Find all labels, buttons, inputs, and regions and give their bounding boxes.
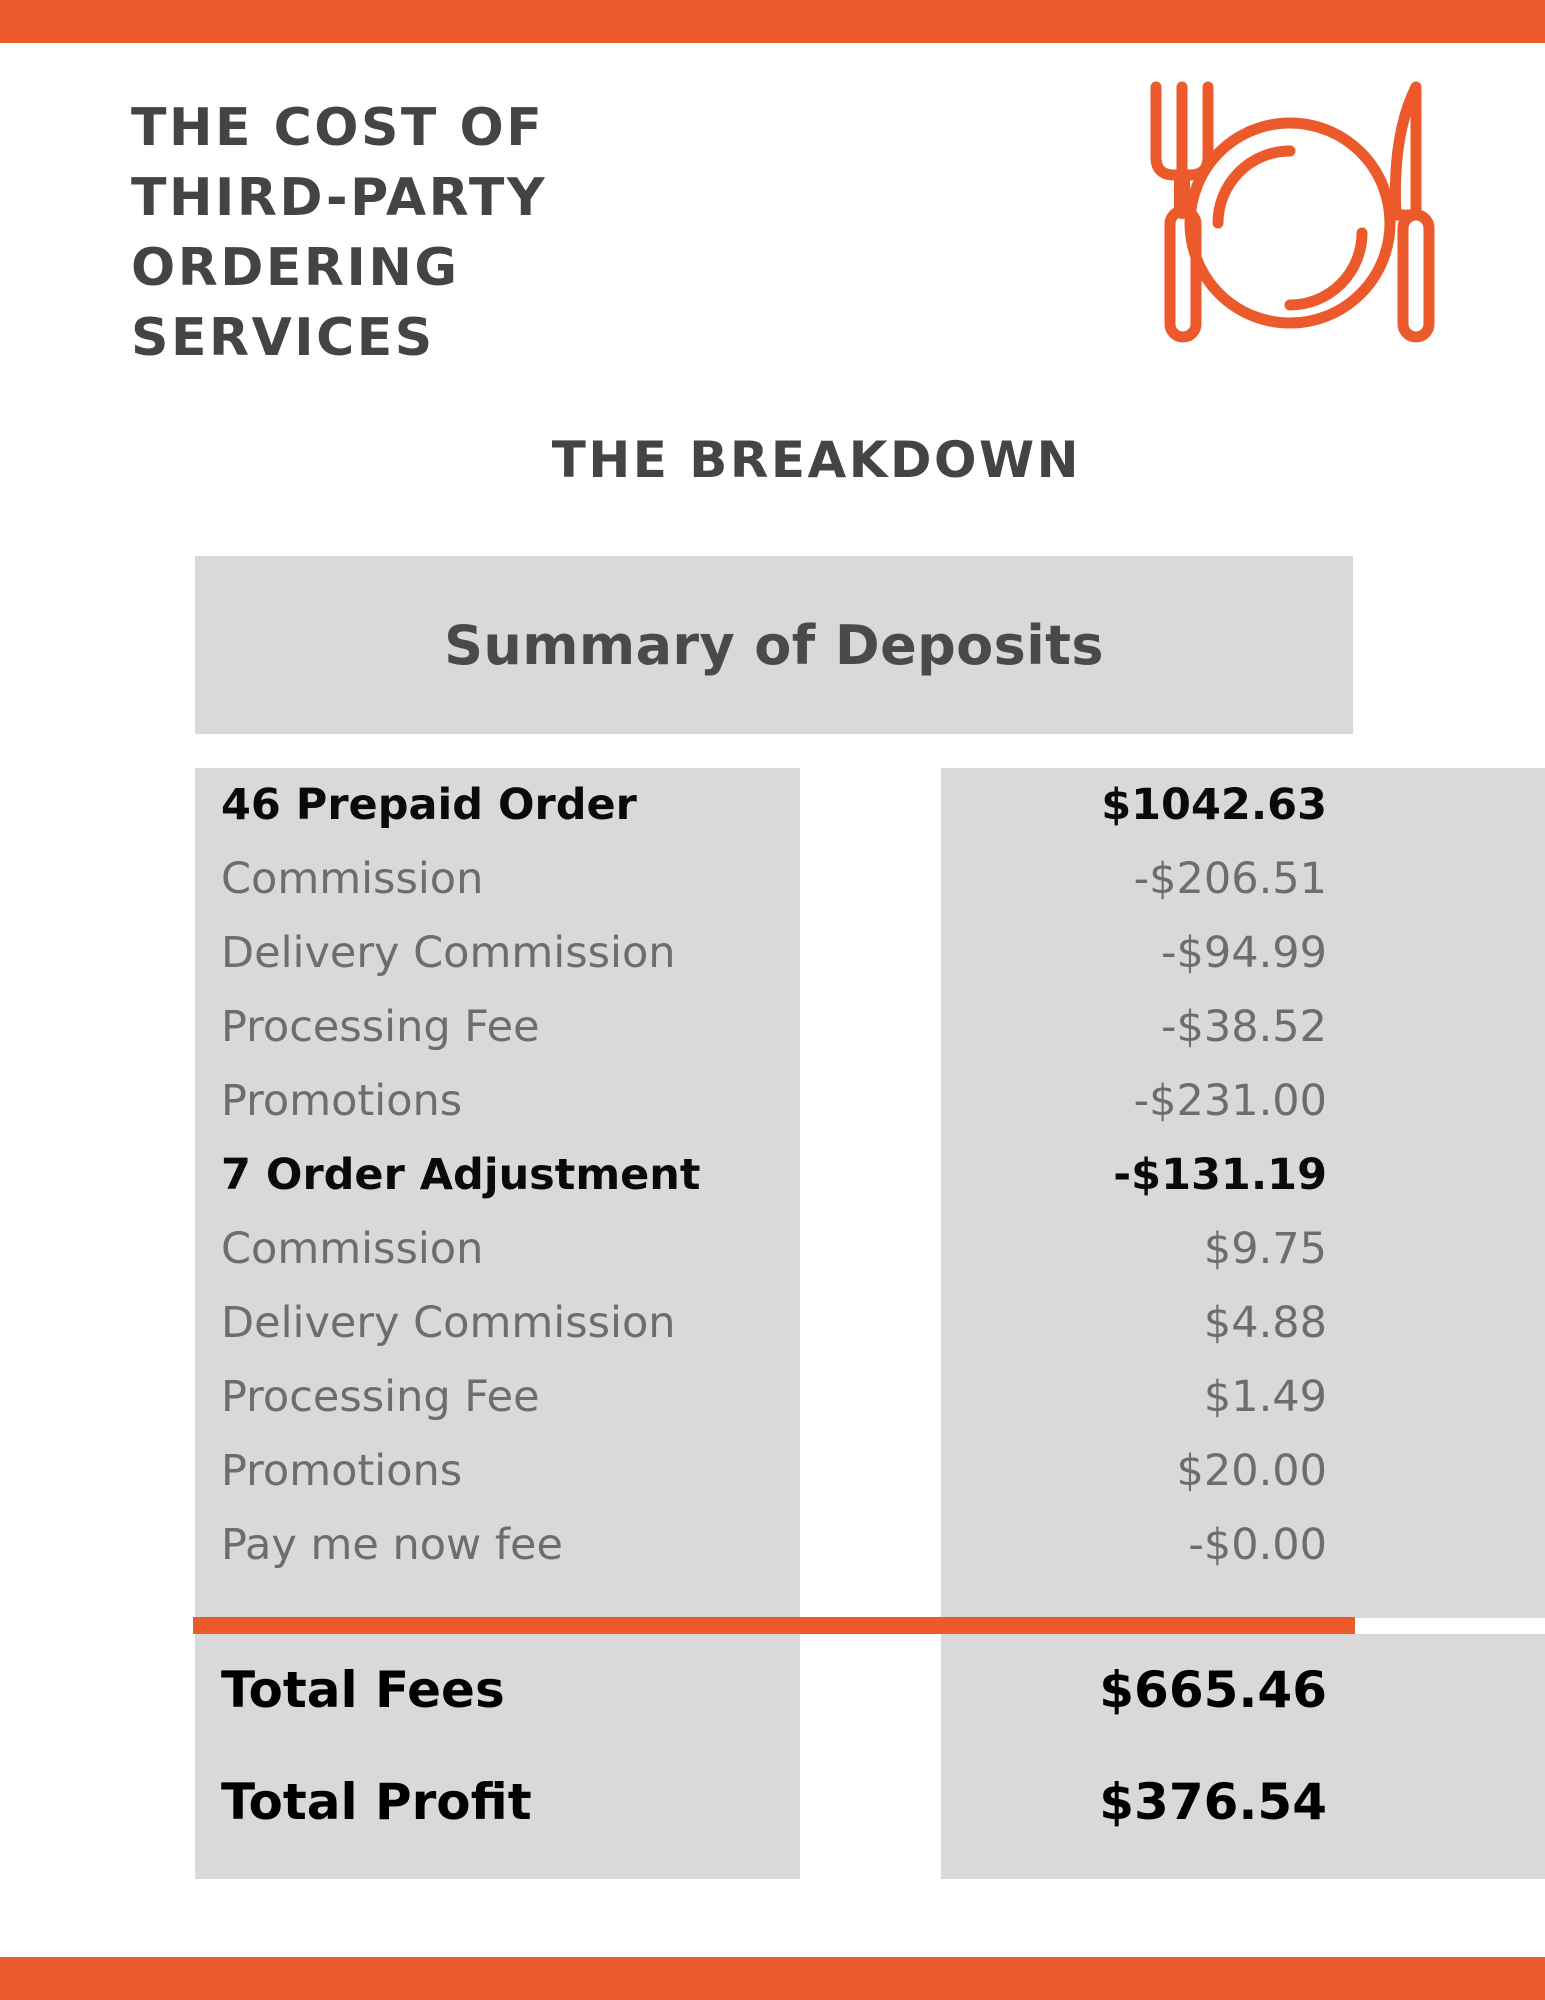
total-fees-value: $665.46 bbox=[1099, 1661, 1327, 1719]
total-profit-row: Total Profit $376.54 bbox=[193, 1746, 1355, 1858]
summary-header-title: Summary of Deposits bbox=[444, 613, 1104, 677]
table-row: Promotions -$231.00 bbox=[193, 1064, 1355, 1138]
infographic-page: THE COST OF THIRD-PARTY ORDERING SERVICE… bbox=[0, 0, 1545, 2000]
row-label: Delivery Commission bbox=[221, 928, 676, 978]
table-row: Delivery Commission $4.88 bbox=[193, 1286, 1355, 1360]
row-label: Processing Fee bbox=[221, 1002, 540, 1052]
row-label: Promotions bbox=[221, 1076, 463, 1126]
table-row: 46 Prepaid Order $1042.63 bbox=[193, 768, 1355, 842]
page-title-line-3: ORDERING bbox=[131, 238, 460, 298]
bottom-accent-bar bbox=[0, 1957, 1545, 2000]
row-label: Promotions bbox=[221, 1446, 463, 1496]
table-row: Delivery Commission -$94.99 bbox=[193, 916, 1355, 990]
page-title-line-2: THIRD-PARTY bbox=[131, 168, 548, 228]
row-value: -$38.52 bbox=[1161, 1002, 1327, 1052]
totals-rows: Total Fees $665.46 Total Profit $376.54 bbox=[193, 1634, 1355, 1858]
total-profit-label: Total Profit bbox=[221, 1773, 532, 1831]
top-accent-bar bbox=[0, 0, 1545, 43]
total-fees-row: Total Fees $665.46 bbox=[193, 1634, 1355, 1746]
row-value: $1042.63 bbox=[1101, 780, 1327, 830]
row-label: Processing Fee bbox=[221, 1372, 540, 1422]
row-value: -$206.51 bbox=[1133, 854, 1327, 904]
row-value: -$0.00 bbox=[1188, 1520, 1327, 1570]
row-value: $4.88 bbox=[1203, 1298, 1327, 1348]
row-label: Commission bbox=[221, 854, 484, 904]
detail-rows: 46 Prepaid Order $1042.63 Commission -$2… bbox=[193, 768, 1355, 1582]
page-subtitle: THE BREAKDOWN bbox=[551, 431, 1081, 489]
summary-header-band: Summary of Deposits bbox=[195, 556, 1353, 734]
page-title: THE COST OF THIRD-PARTY ORDERING SERVICE… bbox=[131, 93, 891, 373]
row-label: 46 Prepaid Order bbox=[221, 780, 637, 830]
page-title-line-4: SERVICES bbox=[131, 308, 435, 368]
row-value: $1.49 bbox=[1203, 1372, 1327, 1422]
row-value: -$94.99 bbox=[1161, 928, 1327, 978]
row-value: -$131.19 bbox=[1113, 1150, 1327, 1200]
table-row: Promotions $20.00 bbox=[193, 1434, 1355, 1508]
deposits-table: 46 Prepaid Order $1042.63 Commission -$2… bbox=[193, 768, 1545, 1879]
table-row: Commission -$206.51 bbox=[193, 842, 1355, 916]
total-fees-label: Total Fees bbox=[221, 1661, 505, 1719]
header-section: THE COST OF THIRD-PARTY ORDERING SERVICE… bbox=[0, 43, 1545, 513]
fork-plate-knife-icon bbox=[1130, 65, 1450, 365]
row-label: Delivery Commission bbox=[221, 1298, 676, 1348]
row-label: 7 Order Adjustment bbox=[221, 1150, 701, 1200]
table-row: Processing Fee -$38.52 bbox=[193, 990, 1355, 1064]
row-value: -$231.00 bbox=[1133, 1076, 1327, 1126]
row-label: Commission bbox=[221, 1224, 484, 1274]
row-label: Pay me now fee bbox=[221, 1520, 563, 1570]
page-title-line-1: THE COST OF bbox=[131, 98, 545, 158]
row-value: $9.75 bbox=[1203, 1224, 1327, 1274]
totals-divider bbox=[193, 1617, 1355, 1634]
table-row: 7 Order Adjustment -$131.19 bbox=[193, 1138, 1355, 1212]
total-profit-value: $376.54 bbox=[1099, 1773, 1327, 1831]
table-row: Pay me now fee -$0.00 bbox=[193, 1508, 1355, 1582]
table-row: Processing Fee $1.49 bbox=[193, 1360, 1355, 1434]
table-row: Commission $9.75 bbox=[193, 1212, 1355, 1286]
row-value: $20.00 bbox=[1176, 1446, 1327, 1496]
